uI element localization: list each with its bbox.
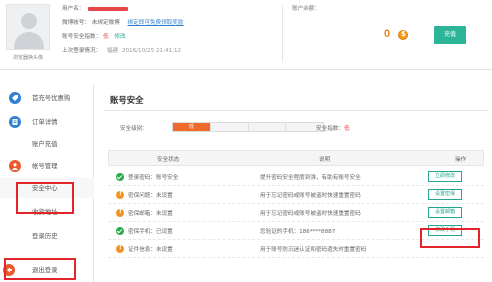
modify-password-button[interactable]: 立即修改 — [428, 171, 462, 182]
user-icon — [9, 160, 21, 172]
main-content: 账号安全 安全级别： 低 安全指数：低 安全状态 说明 操作 登录密码：账号安全… — [104, 84, 488, 282]
page-title: 账号安全 — [110, 95, 144, 105]
balance-label: 账户余额： — [292, 6, 320, 12]
security-index-summary: 安全指数：低 — [316, 124, 350, 132]
check-icon — [116, 227, 124, 235]
row-description: 您验证的手机：186****8887 — [260, 229, 336, 235]
check-icon — [116, 173, 124, 181]
weibo-label: 微博帐号： — [62, 20, 90, 26]
highlight-security-center — [16, 182, 74, 214]
sidebar-item-first-charge[interactable]: 首充号优惠购 — [0, 88, 94, 108]
order-icon — [9, 116, 21, 128]
avatar-head-shape — [21, 13, 37, 29]
last-login-row: 上次登录情况： 福建 2016/10/25 21:41:12 — [62, 46, 181, 54]
warning-icon — [116, 244, 124, 253]
row-description: 用于忘记密码或账号被盗时快速重置密码 — [260, 193, 361, 199]
row-status: 密保手机：已设置 — [128, 229, 173, 235]
redacted-username — [88, 6, 129, 11]
table-row: 密保邮箱：未设置 用于忘记密码或账号被盗时快速重置密码 设置邮箱 — [108, 204, 484, 222]
last-login-time: 2016/10/25 21:41:12 — [121, 48, 182, 54]
row-status: 证件信息：未设置 — [128, 247, 173, 253]
column-header-status: 安全状态 — [157, 157, 180, 163]
weibo-bind-link[interactable]: 绑定即可免费领取奖励 — [128, 20, 184, 26]
security-level-bar: 低 — [172, 122, 324, 132]
username-label: 用户名： — [62, 6, 85, 12]
set-security-question-button[interactable]: 设置密保 — [428, 189, 462, 200]
security-index-summary-value: 低 — [343, 126, 350, 132]
username-row: 用户名： — [62, 4, 129, 12]
sidebar-item-account-manage[interactable]: 帐号管理 — [0, 156, 94, 176]
coin-icon — [398, 30, 408, 40]
column-header-op: 操作 — [455, 157, 467, 163]
sidebar-item-login-history[interactable]: 登录历史 — [0, 226, 94, 246]
security-index-summary-label: 安全指数： — [316, 126, 344, 132]
set-email-button[interactable]: 设置邮箱 — [428, 207, 462, 218]
security-level-label: 安全级别： — [120, 126, 148, 132]
table-header: 安全状态 说明 操作 — [108, 150, 484, 166]
balance-value: 0 — [384, 28, 391, 40]
level-segment-low: 低 — [173, 123, 211, 131]
sidebar-item-label: 首充号优惠购 — [32, 94, 71, 102]
warning-icon — [116, 208, 124, 217]
sidebar-item-label: 登录历史 — [32, 232, 58, 240]
security-index-row: 账号安全指数： 低 修改 — [62, 32, 126, 40]
sidebar-item-label: 帐号管理 — [32, 162, 58, 170]
row-description: 用于忘记密码或账号被盗时快速重置密码 — [260, 211, 361, 217]
avatar-change-label[interactable]: 浏览器换头像 — [6, 54, 50, 61]
warning-icon — [116, 190, 124, 199]
security-index-value: 低 — [102, 34, 109, 40]
column-header-desc: 说明 — [319, 157, 331, 163]
row-status: 密保邮箱：未设置 — [128, 211, 173, 217]
level-segment — [248, 123, 287, 131]
row-status: 密保问题：未设置 — [128, 193, 173, 199]
recharge-button[interactable]: 充值 — [434, 26, 466, 44]
avatar[interactable] — [6, 4, 50, 50]
table-row: 密保问题：未设置 用于忘记密码或账号被盗时快速重置密码 设置密保 — [108, 186, 484, 204]
title-divider — [104, 110, 488, 111]
security-modify-link[interactable]: 修改 — [114, 34, 125, 40]
header-divider — [282, 6, 283, 62]
discount-icon — [9, 92, 21, 104]
row-description: 用于账号防沉迷认证和密码遗失时重置密码 — [260, 247, 367, 253]
highlight-logout — [4, 258, 76, 280]
sidebar-item-label: 账户充值 — [32, 140, 58, 148]
last-login-location: 福建 — [106, 48, 119, 54]
security-index-label: 账号安全指数： — [62, 34, 102, 40]
sidebar-item-label: 订单详情 — [32, 118, 58, 126]
weibo-value: 未绑定微博 — [91, 20, 120, 26]
sidebar-item-orders[interactable]: 订单详情 — [0, 112, 94, 132]
row-status: 登录密码：账号安全 — [128, 175, 179, 181]
row-description: 提升密码安全程度到强，有助有账号安全 — [260, 175, 361, 181]
profile-header: 浏览器换头像 用户名： 微博帐号： 未绑定微博 绑定即可免费领取奖励 账号安全指… — [0, 0, 492, 70]
sidebar-item-recharge[interactable]: 账户充值 — [0, 134, 94, 154]
table-row: 登录密码：账号安全 提升密码安全程度到强，有助有账号安全 立即修改 — [108, 168, 484, 186]
last-login-label: 上次登录情况： — [62, 48, 102, 54]
level-segment — [210, 123, 249, 131]
highlight-modify-phone — [420, 228, 480, 248]
avatar-body-shape — [14, 32, 44, 49]
weibo-row: 微博帐号： 未绑定微博 绑定即可免费领取奖励 — [62, 18, 183, 26]
